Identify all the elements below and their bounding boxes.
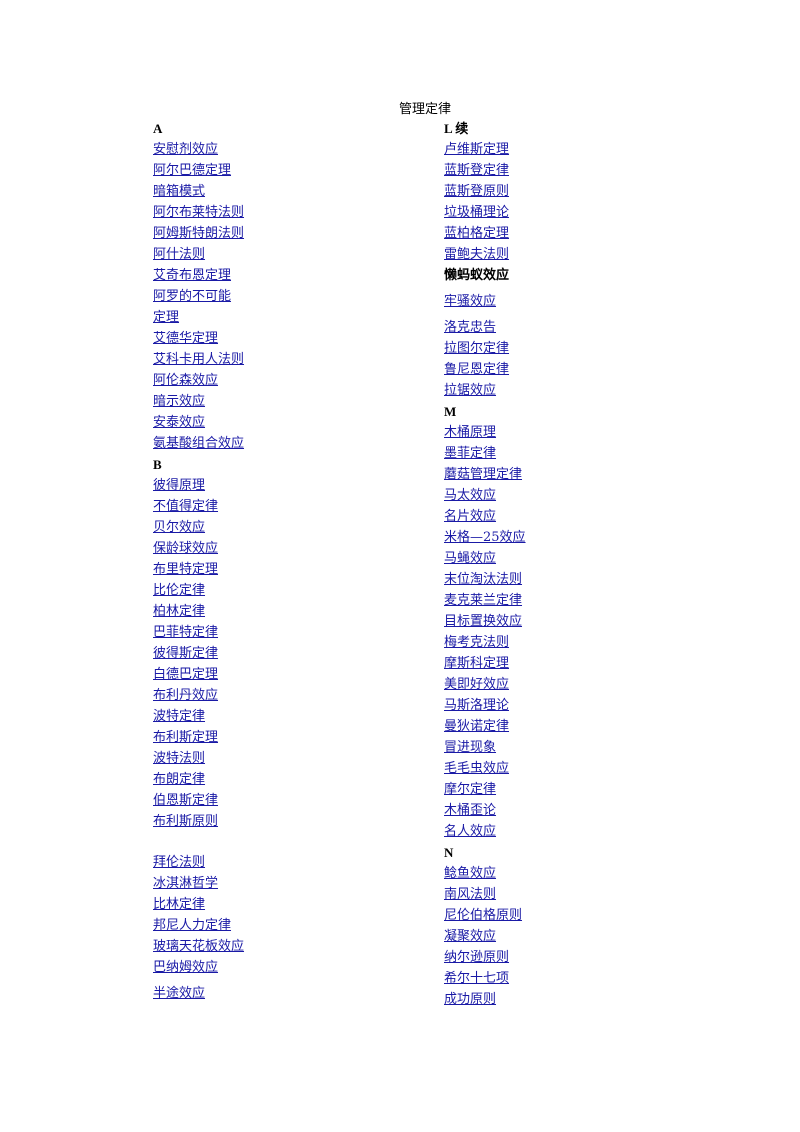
law-link[interactable]: 希尔十七项 bbox=[444, 971, 509, 986]
law-link[interactable]: 半途效应 bbox=[153, 986, 205, 1001]
law-link[interactable]: 蓝斯登定律 bbox=[444, 163, 509, 178]
law-link[interactable]: 名片效应 bbox=[444, 509, 496, 524]
law-link[interactable]: 阿什法则 bbox=[153, 247, 205, 262]
law-link[interactable]: 安慰剂效应 bbox=[153, 142, 218, 157]
law-link[interactable]: 毛毛虫效应 bbox=[444, 761, 509, 776]
law-link[interactable]: 冒进现象 bbox=[444, 740, 496, 755]
law-link[interactable]: 比林定律 bbox=[153, 897, 205, 912]
law-link[interactable]: 贝尔效应 bbox=[153, 520, 205, 535]
law-link[interactable]: 马蝇效应 bbox=[444, 551, 496, 566]
law-link[interactable]: 目标置换效应 bbox=[444, 614, 522, 629]
law-link[interactable]: 彼得原理 bbox=[153, 478, 205, 493]
law-link[interactable]: 定理 bbox=[153, 310, 179, 325]
law-link[interactable]: 布利斯定理 bbox=[153, 730, 218, 745]
law-link[interactable]: 布利斯原则 bbox=[153, 814, 218, 829]
law-link[interactable]: 米格—25效应 bbox=[444, 530, 526, 545]
law-link[interactable]: 梅考克法则 bbox=[444, 635, 509, 650]
law-link[interactable]: 木桶原理 bbox=[444, 425, 496, 440]
left-column: A 安慰剂效应 阿尔巴德定理 暗箱模式 阿尔布莱特法则 阿姆斯特朗法则 阿什法则… bbox=[153, 118, 403, 1009]
law-link[interactable]: 布里特定理 bbox=[153, 562, 218, 577]
law-link[interactable]: 邦尼人力定律 bbox=[153, 918, 231, 933]
law-link[interactable]: 柏林定律 bbox=[153, 604, 205, 619]
law-link[interactable]: 巴菲特定律 bbox=[153, 625, 218, 640]
law-link[interactable]: 不值得定律 bbox=[153, 499, 218, 514]
law-link[interactable]: 尼伦伯格原则 bbox=[444, 908, 522, 923]
law-link[interactable]: 阿尔巴德定理 bbox=[153, 163, 231, 178]
law-link[interactable]: 艾科卡用人法则 bbox=[153, 352, 244, 367]
law-link[interactable]: 阿伦森效应 bbox=[153, 373, 218, 388]
law-link[interactable]: 牢骚效应 bbox=[444, 294, 496, 309]
law-link[interactable]: 玻璃天花板效应 bbox=[153, 939, 244, 954]
law-link[interactable]: 阿尔布莱特法则 bbox=[153, 205, 244, 220]
law-link[interactable]: 凝聚效应 bbox=[444, 929, 496, 944]
law-link[interactable]: 马斯洛理论 bbox=[444, 698, 509, 713]
law-link[interactable]: 波特定律 bbox=[153, 709, 205, 724]
law-link[interactable]: 布朗定律 bbox=[153, 772, 205, 787]
law-link[interactable]: 垃圾桶理论 bbox=[444, 205, 509, 220]
law-link[interactable]: 巴纳姆效应 bbox=[153, 960, 218, 975]
law-link[interactable]: 曼狄诺定律 bbox=[444, 719, 509, 734]
law-link[interactable]: 拉图尔定律 bbox=[444, 341, 509, 356]
law-link[interactable]: 布利丹效应 bbox=[153, 688, 218, 703]
law-link[interactable]: 名人效应 bbox=[444, 824, 496, 839]
law-link[interactable]: 美即好效应 bbox=[444, 677, 509, 692]
law-link[interactable]: 白德巴定理 bbox=[153, 667, 218, 682]
right-column: L 续 卢维斯定理 蓝斯登定律 蓝斯登原则 垃圾桶理论 蓝柏格定理 雷鲍夫法则 … bbox=[444, 118, 694, 1010]
law-link[interactable]: 成功原则 bbox=[444, 992, 496, 1007]
law-link[interactable]: 阿姆斯特朗法则 bbox=[153, 226, 244, 241]
section-header-a: A bbox=[153, 121, 163, 136]
law-link[interactable]: 末位淘汰法则 bbox=[444, 572, 522, 587]
law-link[interactable]: 暗示效应 bbox=[153, 394, 205, 409]
law-link[interactable]: 洛克忠告 bbox=[444, 320, 496, 335]
law-link[interactable]: 伯恩斯定律 bbox=[153, 793, 218, 808]
law-link[interactable]: 木桶歪论 bbox=[444, 803, 496, 818]
law-link[interactable]: 艾德华定理 bbox=[153, 331, 218, 346]
law-link[interactable]: 蓝斯登原则 bbox=[444, 184, 509, 199]
law-link[interactable]: 氨基酸组合效应 bbox=[153, 436, 244, 451]
law-link[interactable]: 比伦定律 bbox=[153, 583, 205, 598]
law-link[interactable]: 艾奇布恩定理 bbox=[153, 268, 231, 283]
law-link[interactable]: 波特法则 bbox=[153, 751, 205, 766]
section-header-n: N bbox=[444, 845, 454, 860]
law-text: 懒蚂蚁效应 bbox=[444, 268, 510, 283]
law-link[interactable]: 彼得斯定律 bbox=[153, 646, 218, 661]
law-link[interactable]: 蘑菇管理定律 bbox=[444, 467, 522, 482]
law-link[interactable]: 鲶鱼效应 bbox=[444, 866, 496, 881]
law-link[interactable]: 摩斯科定理 bbox=[444, 656, 509, 671]
section-header-l-continued: L 续 bbox=[444, 121, 469, 136]
law-link[interactable]: 麦克莱兰定律 bbox=[444, 593, 522, 608]
law-link[interactable]: 墨菲定律 bbox=[444, 446, 496, 461]
law-link[interactable]: 拉锯效应 bbox=[444, 383, 496, 398]
law-link[interactable]: 摩尔定律 bbox=[444, 782, 496, 797]
law-link[interactable]: 鲁尼恩定律 bbox=[444, 362, 509, 377]
law-link[interactable]: 安泰效应 bbox=[153, 415, 205, 430]
law-link[interactable]: 拜伦法则 bbox=[153, 855, 205, 870]
section-header-m: M bbox=[444, 404, 457, 419]
law-link[interactable]: 蓝柏格定理 bbox=[444, 226, 509, 241]
law-link[interactable]: 卢维斯定理 bbox=[444, 142, 509, 157]
law-link[interactable]: 保龄球效应 bbox=[153, 541, 218, 556]
law-link[interactable]: 马太效应 bbox=[444, 488, 496, 503]
law-link[interactable]: 阿罗的不可能 bbox=[153, 289, 231, 304]
law-link[interactable]: 雷鲍夫法则 bbox=[444, 247, 509, 262]
law-link[interactable]: 冰淇淋哲学 bbox=[153, 876, 218, 891]
section-header-b: B bbox=[153, 457, 162, 472]
law-link[interactable]: 纳尔逊原则 bbox=[444, 950, 509, 965]
law-link[interactable]: 南风法则 bbox=[444, 887, 496, 902]
law-link[interactable]: 暗箱模式 bbox=[153, 184, 205, 199]
page-title: 管理定律 bbox=[398, 102, 451, 117]
